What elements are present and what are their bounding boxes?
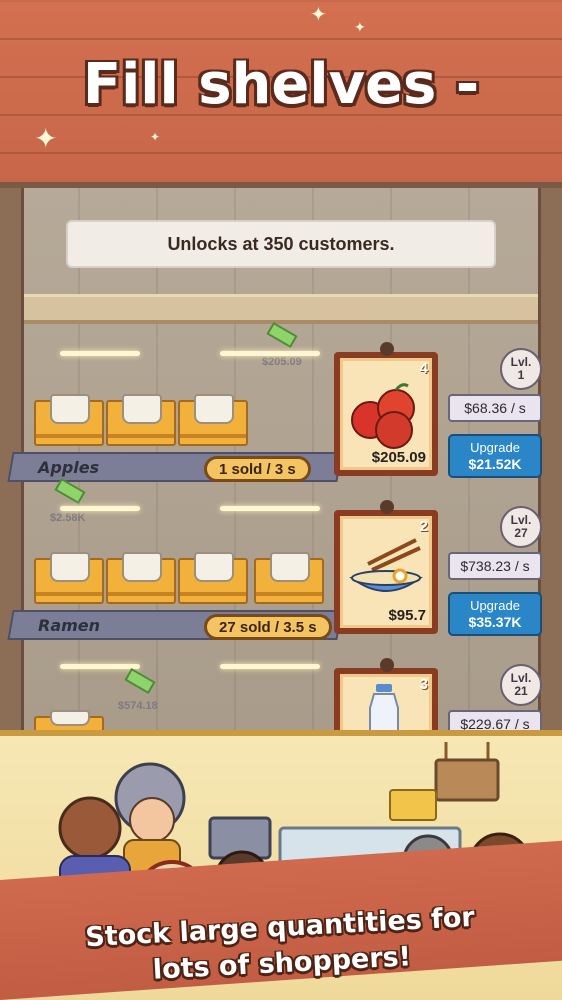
plank-divider [0, 38, 562, 40]
product-frame-ramen[interactable]: 2 $95.7 [334, 500, 438, 634]
product-frame-milk[interactable]: 3 [334, 658, 438, 740]
floating-cash: $574.18 [118, 700, 158, 712]
shelf-light [60, 506, 140, 511]
sparkle-icon: ✦ [150, 130, 161, 144]
shelf-item-name: Ramen [38, 616, 101, 635]
sparkle-icon: ✦ [310, 2, 327, 26]
frame-hook [380, 658, 394, 672]
shelf-light [220, 351, 320, 356]
shelf-item-name: Apples [38, 458, 100, 477]
shelf-light [60, 664, 140, 669]
frame-hook [380, 500, 394, 514]
store-shelves[interactable]: Unlocks at 350 customers. $205.09 Apples… [0, 182, 562, 740]
stock-crate [178, 394, 248, 446]
upgrade-cost: $35.37K [468, 614, 522, 630]
stock-crate [178, 552, 248, 604]
sparkle-icon: ✦ [354, 20, 366, 36]
income-rate: $738.23 / s [448, 552, 542, 580]
upgrade-label: Upgrade [470, 440, 520, 455]
locked-shelf-plank [24, 294, 538, 324]
level-value: 27 [514, 526, 528, 540]
sold-rate-pill: 1 sold / 3 s [204, 456, 311, 482]
level-value: 21 [514, 684, 528, 698]
upgrade-button[interactable]: Upgrade $35.37K [448, 592, 542, 636]
shelf-light [220, 506, 320, 511]
floating-cash: $2.58K [50, 512, 86, 524]
stock-crate [254, 552, 324, 604]
shelf-light [60, 351, 140, 356]
stock-crate [34, 394, 104, 446]
plank-divider [0, 152, 562, 154]
level-indicator: Lvl. 1 [500, 348, 542, 390]
shelf-light [220, 664, 320, 669]
cash-icon [124, 667, 156, 695]
apples-icon [351, 383, 415, 449]
top-banner: ✦ ✦ ✦ ✦ Fill shelves - [0, 0, 562, 190]
level-indicator: Lvl. 27 [500, 506, 542, 548]
level-value: 1 [517, 368, 525, 382]
unlock-text: Unlocks at 350 customers. [167, 233, 395, 254]
stock-level-badge: 2 [419, 518, 428, 535]
page-title: Fill shelves - [82, 52, 480, 117]
upgrade-cost: $21.52K [468, 456, 522, 472]
upgrade-button[interactable]: Upgrade $21.52K [448, 434, 542, 478]
product-price: $205.09 [371, 449, 426, 466]
stock-crate [106, 552, 176, 604]
sold-rate-pill: 27 sold / 3.5 s [204, 614, 332, 640]
cash-icon [266, 321, 298, 349]
product-frame-apples[interactable]: 4 $205.09 [334, 342, 438, 476]
upgrade-label: Upgrade [470, 598, 520, 613]
floating-cash: $205.09 [262, 356, 302, 368]
sparkle-icon: ✦ [34, 122, 58, 155]
stock-level-badge: 3 [419, 676, 428, 693]
frame-hook [380, 342, 394, 356]
stock-level-badge: 4 [419, 360, 428, 377]
income-rate: $68.36 / s [448, 394, 542, 422]
stock-crate [34, 552, 104, 604]
unlock-notice: Unlocks at 350 customers. [66, 220, 496, 268]
level-indicator: Lvl. 21 [500, 664, 542, 706]
product-price: $95.7 [388, 607, 426, 624]
stock-crate [106, 394, 176, 446]
ramen-icon [349, 538, 423, 592]
